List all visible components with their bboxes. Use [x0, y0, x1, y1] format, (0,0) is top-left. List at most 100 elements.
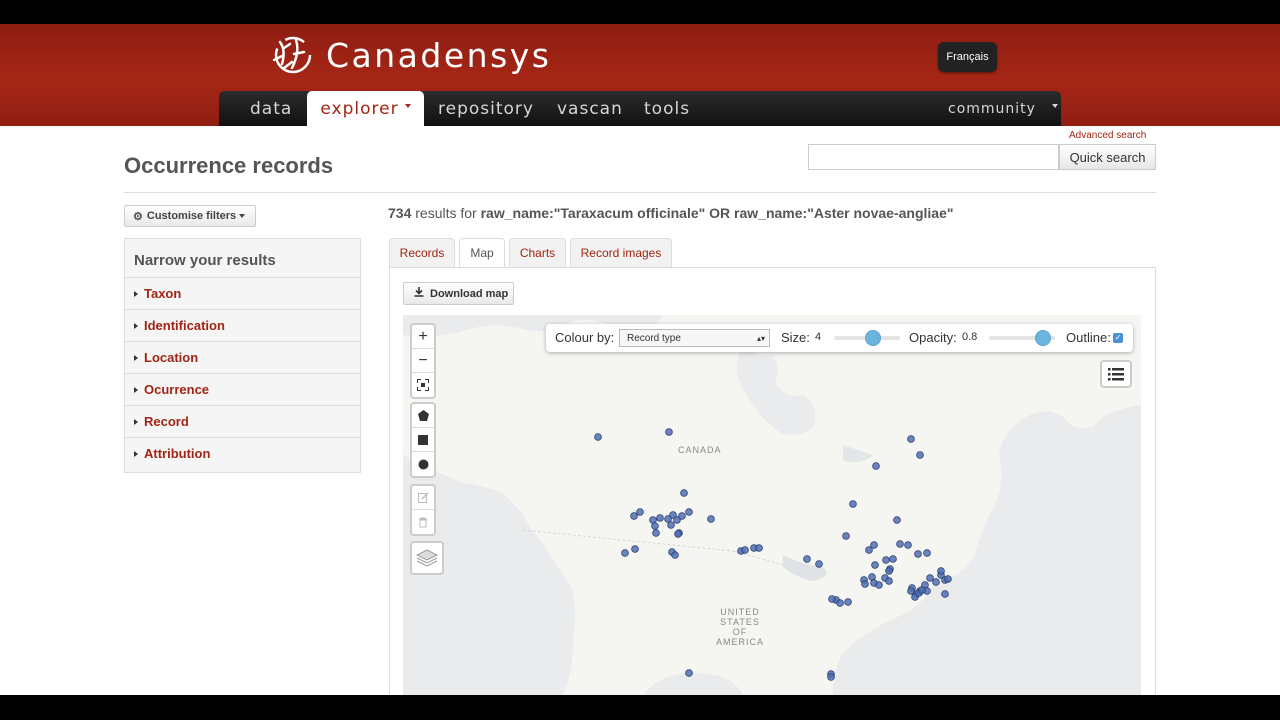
occurrence-point[interactable]: [849, 500, 857, 508]
occurrence-point[interactable]: [678, 512, 686, 520]
outline-checkbox[interactable]: ✓: [1113, 333, 1123, 343]
facet-occurrence[interactable]: Ocurrence: [125, 373, 360, 406]
occurrence-point[interactable]: [885, 577, 893, 585]
occurrence-point[interactable]: [944, 575, 952, 583]
caret-right-icon: [134, 387, 138, 393]
facets-title: Narrow your results: [134, 252, 276, 269]
occurrence-point[interactable]: [836, 599, 844, 607]
list-icon: [1108, 367, 1124, 380]
occurrence-point[interactable]: [896, 540, 904, 548]
chevron-down-icon: [404, 104, 411, 108]
occurrence-point[interactable]: [685, 669, 693, 677]
occurrence-point[interactable]: [651, 522, 659, 530]
occurrence-point[interactable]: [656, 514, 664, 522]
download-map-button[interactable]: Download map: [403, 282, 514, 305]
size-label: Size:: [781, 330, 810, 345]
occurrence-point[interactable]: [827, 673, 835, 681]
occurrence-point[interactable]: [631, 545, 639, 553]
nav-community[interactable]: community: [948, 91, 1058, 126]
site-name: Canadensys: [326, 35, 552, 75]
occurrence-point[interactable]: [932, 578, 940, 586]
tab-charts[interactable]: Charts: [509, 238, 566, 267]
language-button[interactable]: Français: [938, 42, 997, 72]
occurrence-point[interactable]: [667, 521, 675, 529]
caret-right-icon: [134, 451, 138, 457]
layers-icon: [416, 549, 438, 567]
opacity-slider-handle[interactable]: [1035, 330, 1051, 346]
facet-identification[interactable]: Identification: [125, 309, 360, 342]
occurrence-point[interactable]: [652, 529, 660, 537]
draw-circle-button[interactable]: [412, 452, 434, 476]
size-slider-handle[interactable]: [865, 330, 881, 346]
occurrence-point[interactable]: [904, 541, 912, 549]
occurrence-point[interactable]: [815, 560, 823, 568]
nav-repository[interactable]: repository: [438, 91, 534, 126]
facet-attribution[interactable]: Attribution: [125, 437, 360, 470]
occurrence-point[interactable]: [842, 532, 850, 540]
occurrence-point[interactable]: [923, 549, 931, 557]
draw-rectangle-button[interactable]: [412, 428, 434, 452]
quick-search-input[interactable]: [808, 144, 1059, 170]
occurrence-point[interactable]: [685, 508, 693, 516]
occurrence-point[interactable]: [916, 451, 924, 459]
occurrence-map[interactable]: CANADA UNITED STATES OF AMERICA + − Colo…: [403, 315, 1141, 695]
tab-records[interactable]: Records: [389, 238, 455, 267]
occurrence-point[interactable]: [630, 512, 638, 520]
zoom-out-button[interactable]: −: [412, 349, 434, 373]
occurrence-point[interactable]: [803, 555, 811, 563]
occurrence-point[interactable]: [861, 580, 869, 588]
occurrence-point[interactable]: [918, 586, 926, 594]
occurrence-point[interactable]: [907, 435, 915, 443]
legend-toggle-button[interactable]: [1100, 360, 1132, 388]
occurrence-point[interactable]: [755, 544, 763, 552]
nav-tools[interactable]: tools: [644, 91, 690, 126]
occurrence-point[interactable]: [707, 515, 715, 523]
draw-polygon-button[interactable]: [412, 404, 434, 428]
tab-record-images[interactable]: Record images: [570, 238, 672, 267]
delete-layers-button[interactable]: [412, 510, 434, 534]
occurrence-point[interactable]: [941, 590, 949, 598]
colour-by-select[interactable]: Record type ▴▾: [619, 329, 770, 347]
occurrence-point[interactable]: [926, 574, 934, 582]
facet-taxon[interactable]: Taxon: [125, 277, 360, 310]
occurrence-point[interactable]: [741, 546, 749, 554]
tab-map[interactable]: Map: [459, 238, 505, 268]
occurrence-point[interactable]: [871, 561, 879, 569]
occurrence-point[interactable]: [636, 508, 644, 516]
occurrence-point[interactable]: [828, 595, 836, 603]
occurrence-point[interactable]: [872, 462, 880, 470]
facet-record[interactable]: Record: [125, 405, 360, 438]
occurrence-point[interactable]: [937, 567, 945, 575]
occurrence-point[interactable]: [882, 556, 890, 564]
plus-icon: +: [418, 327, 428, 345]
occurrence-point[interactable]: [885, 567, 893, 575]
customise-filters-button[interactable]: ⚙ Customise filters: [124, 205, 256, 227]
facet-location[interactable]: Location: [125, 341, 360, 374]
nav-data[interactable]: data: [250, 91, 292, 126]
occurrence-point[interactable]: [875, 581, 883, 589]
occurrence-point[interactable]: [844, 598, 852, 606]
circle-icon: [418, 459, 428, 469]
occurrence-point[interactable]: [665, 428, 673, 436]
tab-label: Map: [470, 246, 494, 260]
nav-explorer[interactable]: explorer: [307, 91, 424, 126]
layer-switcher-button[interactable]: [410, 541, 444, 575]
occurrence-point[interactable]: [889, 555, 897, 563]
occurrence-point[interactable]: [914, 550, 922, 558]
site-logo[interactable]: Canadensys: [270, 34, 551, 76]
nav-vascan[interactable]: vascan: [557, 91, 623, 126]
advanced-search-link[interactable]: Advanced search: [1069, 130, 1146, 141]
fit-bounds-button[interactable]: [412, 373, 434, 397]
occurrence-point[interactable]: [893, 516, 901, 524]
facet-label: Taxon: [144, 286, 182, 301]
edit-layers-button[interactable]: [412, 486, 434, 510]
occurrence-point[interactable]: [671, 551, 679, 559]
occurrence-point[interactable]: [680, 489, 688, 497]
zoom-in-button[interactable]: +: [412, 325, 434, 349]
occurrence-point[interactable]: [674, 530, 682, 538]
quick-search-button[interactable]: Quick search: [1059, 144, 1156, 170]
occurrence-point[interactable]: [621, 549, 629, 557]
occurrence-point[interactable]: [907, 587, 915, 595]
occurrence-point[interactable]: [594, 433, 602, 441]
occurrence-point[interactable]: [870, 541, 878, 549]
